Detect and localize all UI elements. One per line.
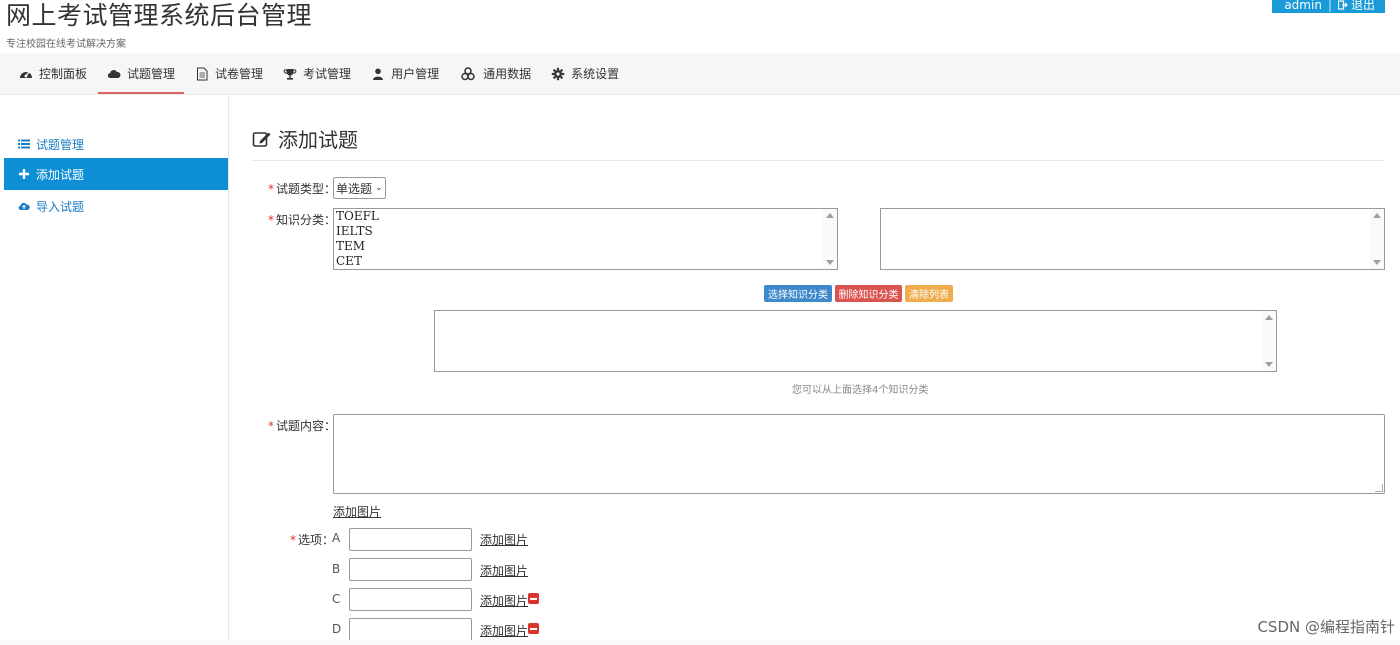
option-letter: B bbox=[332, 562, 341, 576]
scroll-up-icon[interactable] bbox=[826, 213, 834, 218]
option-d-input[interactable] bbox=[349, 618, 472, 641]
bottom-edge bbox=[0, 640, 1400, 645]
content-label: * 试题内容： bbox=[268, 417, 336, 434]
option-letter: C bbox=[332, 592, 341, 606]
user-separator: | bbox=[1327, 0, 1332, 12]
scroll-down-icon[interactable] bbox=[1373, 260, 1381, 265]
option-a-input[interactable] bbox=[349, 528, 472, 551]
nav-label: 考试管理 bbox=[303, 67, 352, 81]
scrollbar[interactable] bbox=[823, 209, 837, 269]
options-label: * 选项： bbox=[290, 531, 334, 548]
option-d-add-image-link[interactable]: 添加图片 bbox=[480, 622, 528, 639]
category-option[interactable]: TOEFL bbox=[334, 209, 837, 224]
clear-list-button[interactable]: 清除列表 bbox=[905, 285, 953, 302]
resize-handle[interactable] bbox=[1375, 484, 1383, 492]
content-add-image-link[interactable]: 添加图片 bbox=[333, 503, 381, 520]
sidebar-item-label: 导入试题 bbox=[36, 199, 85, 214]
nav-item-dashboard[interactable]: 控制面板 bbox=[10, 53, 96, 94]
option-letter: A bbox=[332, 531, 341, 545]
nav-label: 用户管理 bbox=[391, 67, 440, 81]
site-subtitle: 专注校园在线考试解决方案 bbox=[6, 39, 126, 50]
category-label-text: 知识分类： bbox=[276, 213, 337, 227]
document-icon bbox=[197, 67, 208, 80]
question-type-label: * 试题类型： bbox=[268, 180, 336, 197]
category-source-list[interactable]: TOEFL IELTS TEM CET bbox=[333, 208, 838, 270]
nav-item-common-data[interactable]: 通用数据 bbox=[450, 53, 540, 94]
chevron-down-icon: ⌄ bbox=[375, 183, 383, 193]
user-box: admin | 退出 bbox=[1272, 0, 1385, 13]
category-option[interactable]: CET bbox=[334, 254, 837, 269]
logout-link[interactable]: 退出 bbox=[1337, 0, 1375, 13]
edit-icon bbox=[252, 131, 271, 147]
nav-label: 系统设置 bbox=[571, 67, 620, 81]
option-letter: D bbox=[332, 622, 342, 636]
gear-icon bbox=[551, 67, 565, 80]
nav-label: 试卷管理 bbox=[215, 67, 264, 81]
category-sub-list[interactable] bbox=[880, 208, 1385, 270]
option-b-add-image-link[interactable]: 添加图片 bbox=[480, 562, 528, 579]
required-mark: * bbox=[268, 213, 274, 227]
select-category-button[interactable]: 选择知识分类 bbox=[764, 285, 832, 302]
scroll-up-icon[interactable] bbox=[1265, 315, 1273, 320]
nav-item-users[interactable]: 用户管理 bbox=[362, 53, 448, 94]
nav-label: 控制面板 bbox=[39, 67, 88, 81]
scroll-up-icon[interactable] bbox=[1373, 213, 1381, 218]
scrollbar[interactable] bbox=[1370, 209, 1384, 269]
page-title: 添加试题 bbox=[252, 124, 358, 153]
category-hint: 您可以从上面选择4个知识分类 bbox=[792, 385, 929, 396]
category-label: * 知识分类： bbox=[268, 211, 336, 228]
header: 网上考试管理系统后台管理 专注校园在线考试解决方案 admin | 退出 bbox=[0, 0, 1400, 53]
remove-option-d-icon[interactable] bbox=[528, 623, 539, 634]
logout-label: 退出 bbox=[1350, 0, 1375, 12]
question-type-value: 单选题 bbox=[336, 181, 373, 196]
cloud-icon bbox=[107, 69, 121, 78]
sidebar-item-add-question[interactable]: 添加试题 bbox=[4, 158, 228, 190]
nav-item-exams[interactable]: 考试管理 bbox=[274, 53, 360, 94]
sidebar-item-import-questions[interactable]: 导入试题 bbox=[4, 190, 228, 222]
nav-label: 试题管理 bbox=[127, 67, 176, 81]
nav-item-papers[interactable]: 试卷管理 bbox=[186, 53, 272, 94]
option-b-input[interactable] bbox=[349, 558, 472, 581]
scroll-down-icon[interactable] bbox=[826, 260, 834, 265]
content-label-text: 试题内容： bbox=[276, 419, 337, 433]
category-option[interactable]: IELTS bbox=[334, 224, 837, 239]
required-mark: * bbox=[290, 533, 296, 547]
remove-option-c-icon[interactable] bbox=[528, 593, 539, 604]
options-label-text: 选项： bbox=[298, 533, 335, 547]
cloud-upload-icon bbox=[18, 202, 30, 211]
nav-item-settings[interactable]: 系统设置 bbox=[542, 53, 628, 94]
plus-icon bbox=[19, 169, 29, 179]
option-a-add-image-link[interactable]: 添加图片 bbox=[480, 531, 528, 548]
watermark: CSDN @编程指南针 bbox=[1257, 618, 1395, 636]
site-title: 网上考试管理系统后台管理 bbox=[6, 1, 313, 30]
required-mark: * bbox=[268, 419, 274, 433]
sidebar-item-label: 添加试题 bbox=[36, 167, 85, 182]
required-mark: * bbox=[268, 182, 274, 196]
question-type-select[interactable]: 单选题 ⌄ bbox=[333, 177, 386, 199]
selected-category-list[interactable] bbox=[434, 310, 1277, 372]
option-c-input[interactable] bbox=[349, 588, 472, 611]
cubes-icon bbox=[461, 66, 475, 80]
question-type-label-text: 试题类型： bbox=[276, 182, 337, 196]
sidebar: 试题管理 添加试题 导入试题 bbox=[4, 96, 229, 645]
list-icon bbox=[18, 139, 30, 149]
option-c-add-image-link[interactable]: 添加图片 bbox=[480, 592, 528, 609]
question-content-textarea[interactable] bbox=[333, 414, 1385, 494]
title-divider bbox=[252, 160, 1384, 161]
nav-item-questions[interactable]: 试题管理 bbox=[98, 53, 185, 94]
sidebar-item-label: 试题管理 bbox=[36, 137, 85, 152]
logout-icon bbox=[1337, 0, 1348, 10]
user-icon bbox=[373, 68, 384, 80]
scroll-down-icon[interactable] bbox=[1265, 362, 1273, 367]
scrollbar[interactable] bbox=[1262, 311, 1276, 371]
username[interactable]: admin bbox=[1284, 0, 1322, 12]
top-nav: 控制面板 试题管理 试卷管理 考试管理 用户管理 通用数据 系统设置 bbox=[0, 53, 1400, 95]
page-title-text: 添加试题 bbox=[278, 128, 358, 152]
trophy-icon bbox=[283, 68, 297, 80]
dashboard-icon bbox=[20, 71, 32, 78]
delete-category-button[interactable]: 删除知识分类 bbox=[835, 285, 902, 302]
sidebar-item-question-list[interactable]: 试题管理 bbox=[4, 128, 228, 160]
category-option[interactable]: TEM bbox=[334, 239, 837, 254]
nav-label: 通用数据 bbox=[483, 67, 532, 81]
